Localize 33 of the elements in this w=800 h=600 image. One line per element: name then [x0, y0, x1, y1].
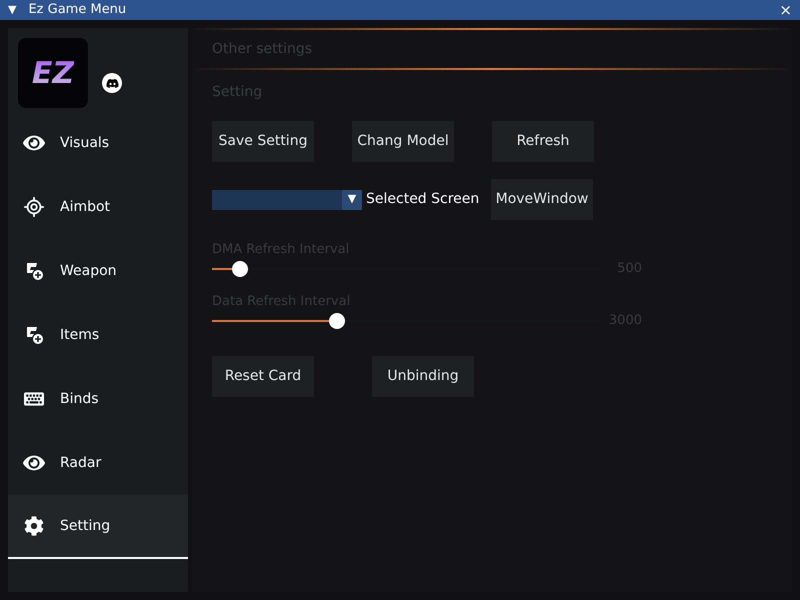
sidebar-label: Binds	[60, 390, 99, 408]
action-button[interactable]: Save Setting	[212, 121, 314, 162]
badge-plus-icon	[24, 261, 44, 281]
sidebar-item[interactable]: Items	[8, 303, 188, 367]
collapse-toggle[interactable]: ▼	[8, 2, 16, 18]
chat-icon[interactable]	[102, 73, 122, 93]
logo: EZ	[18, 38, 88, 108]
sidebar-label: Aimbot	[60, 198, 110, 216]
sidebar-item[interactable]: Aimbot	[8, 175, 188, 239]
dropdown-label: Selected Screen	[366, 190, 480, 209]
sidebar-label: Radar	[60, 454, 102, 472]
sidebar-item[interactable]: Radar	[8, 431, 188, 495]
sidebar-item[interactable]: Weapon	[8, 239, 188, 303]
screen-dropdown[interactable]: ▼	[212, 190, 362, 210]
sidebar-item[interactable]: Binds	[8, 367, 188, 431]
action-button[interactable]: Unbinding	[372, 356, 474, 397]
action-button[interactable]: MoveWindow	[491, 179, 593, 220]
sidebar-item[interactable]: Setting	[8, 495, 188, 559]
crosshair-icon	[23, 196, 45, 218]
slider-thumb[interactable]	[232, 261, 248, 277]
window-title: Ez Game Menu	[28, 1, 126, 20]
sidebar-label: Items	[60, 326, 100, 344]
badge-plus-icon	[24, 325, 44, 345]
sidebar-label: Weapon	[60, 262, 117, 280]
close-button[interactable]: ×	[779, 0, 792, 22]
slider-thumb[interactable]	[329, 313, 345, 329]
action-button[interactable]: Refresh	[492, 121, 594, 162]
sidebar-item[interactable]: Visuals	[8, 111, 188, 175]
sidebar-label: Visuals	[60, 134, 110, 152]
sidebar-label: Setting	[60, 516, 110, 536]
settings-icon	[24, 516, 44, 536]
action-button[interactable]: Chang Model	[352, 121, 454, 162]
action-button[interactable]: Reset Card	[212, 356, 314, 397]
